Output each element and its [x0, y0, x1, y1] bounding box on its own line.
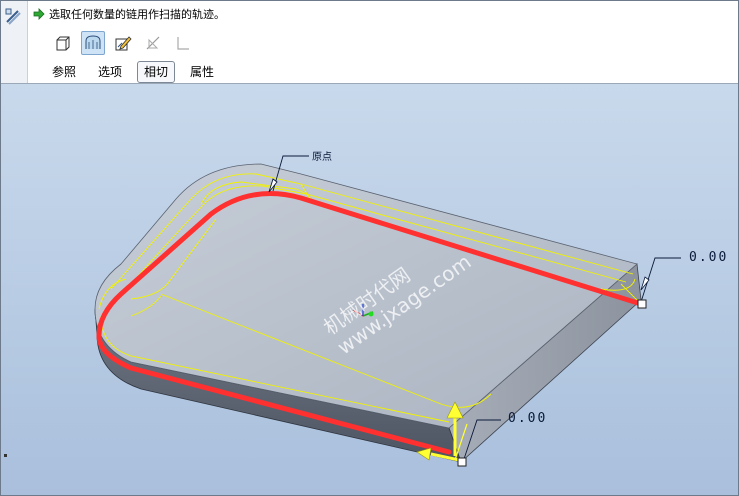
viewport-tick: [4, 454, 7, 457]
surface-button[interactable]: [81, 31, 105, 55]
surface-icon: [85, 35, 101, 49]
edit-sketch-icon: [115, 36, 132, 51]
remove-material-icon: [146, 36, 160, 50]
dimension-right[interactable]: 0.00: [689, 250, 728, 265]
dashboard-side-strip: [1, 1, 28, 83]
sweep-dashboard: 选取任何数量的链用作扫描的轨迹。 参照 选项 相切 属性: [1, 1, 738, 84]
solid-button[interactable]: [51, 31, 75, 55]
thicken-icon: [177, 37, 189, 50]
tab-properties[interactable]: 属性: [183, 61, 221, 83]
thicken-button[interactable]: [171, 31, 195, 55]
feature-toolbar: [51, 31, 195, 55]
graphics-viewport[interactable]: 原点 0.00 0.00 机械时代网 www.jxage.com: [1, 84, 738, 495]
tab-options[interactable]: 选项: [91, 61, 129, 83]
start-point-label: 原点: [312, 152, 332, 163]
edit-sketch-button[interactable]: [111, 31, 135, 55]
end-point-marker-right: [637, 257, 681, 309]
dashboard-tabs: 参照 选项 相切 属性: [45, 61, 221, 83]
dimension-front[interactable]: 0.00: [508, 411, 547, 426]
solid-icon: [56, 36, 70, 51]
sweep-tool-icon: [5, 8, 21, 25]
app-window: 选取任何数量的链用作扫描的轨迹。 参照 选项 相切 属性 原点 0.00 0.0…: [0, 0, 739, 496]
arrow-right-icon: [33, 8, 45, 20]
message-prompt: 选取任何数量的链用作扫描的轨迹。: [33, 6, 225, 22]
tab-references[interactable]: 参照: [45, 61, 83, 83]
tab-tangency[interactable]: 相切: [137, 61, 176, 83]
prompt-text: 选取任何数量的链用作扫描的轨迹。: [49, 8, 225, 21]
remove-material-button[interactable]: [141, 31, 165, 55]
